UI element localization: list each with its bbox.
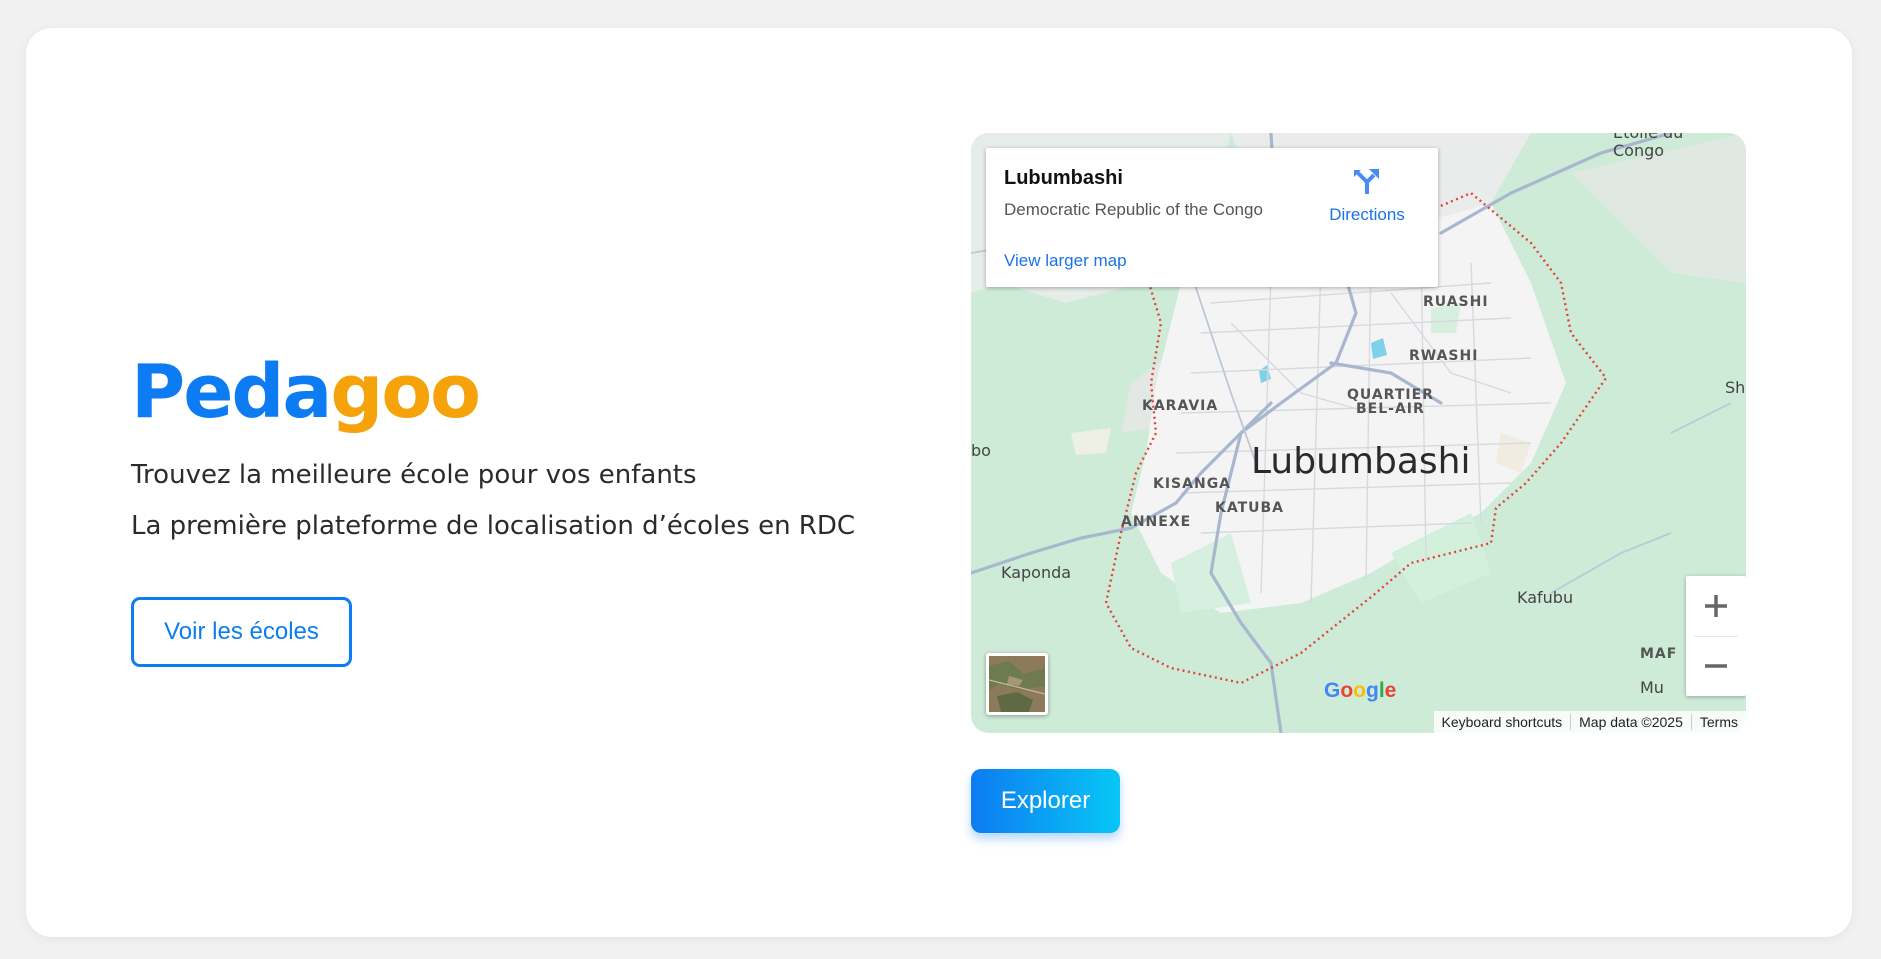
map-label-katuba: KATUBA (1215, 500, 1284, 516)
map-data-text: Map data ©2025 (1570, 714, 1691, 730)
directions-button[interactable]: Directions (1322, 166, 1412, 225)
satellite-thumbnail-icon (989, 656, 1045, 712)
place-title: Lubumbashi (1004, 167, 1123, 189)
map-label-mu: Mu (1640, 678, 1664, 697)
brand-logo: Pedagoo (131, 355, 891, 429)
zoom-in-button[interactable] (1686, 576, 1746, 636)
map-label-kisanga: KISANGA (1153, 476, 1231, 492)
map-label-kaponda: Kaponda (1001, 563, 1071, 582)
map-label-bel-air: BEL-AIR (1356, 401, 1425, 417)
tagline-primary: Trouvez la meilleure école pour vos enfa… (131, 460, 697, 490)
directions-label: Directions (1329, 205, 1405, 224)
terms-link[interactable]: Terms (1690, 714, 1746, 730)
hero-section: Pedagoo Trouvez la meilleure école pour … (131, 355, 891, 667)
google-logo: Google (1324, 679, 1397, 702)
map-city-label: Lubumbashi (1251, 441, 1470, 482)
tagline-secondary: La première plateforme de localisation d… (131, 510, 856, 541)
map-label-karavia: KARAVIA (1142, 398, 1218, 414)
plus-icon (1705, 595, 1727, 617)
zoom-out-button[interactable] (1686, 636, 1746, 696)
view-larger-map-link[interactable]: View larger map (1004, 251, 1127, 271)
map-label-mafa: MAF (1640, 646, 1677, 662)
keyboard-shortcuts-link[interactable]: Keyboard shortcuts (1434, 714, 1571, 730)
place-info-card: Lubumbashi Democratic Republic of the Co… (986, 148, 1438, 287)
zoom-divider (1694, 636, 1738, 637)
map-label-annexe: ANNEXE (1121, 514, 1191, 530)
satellite-toggle[interactable] (986, 653, 1048, 715)
brand-part-2: goo (330, 349, 481, 435)
map-label-kafubu: Kafubu (1517, 588, 1573, 607)
map-embed[interactable]: RUASHI RWASHI QUARTIER BEL-AIR KARAVIA K… (971, 133, 1746, 733)
map-label-ruashi: RUASHI (1423, 294, 1489, 310)
map-attribution: Keyboard shortcuts Map data ©2025 Terms (1433, 711, 1746, 733)
brand-part-1: Peda (131, 349, 332, 435)
place-country: Democratic Republic of the Congo (1004, 200, 1263, 219)
map-label-bo: bo (971, 441, 991, 460)
explore-button[interactable]: Explorer (971, 769, 1120, 833)
map-label-rwashi: RWASHI (1409, 348, 1478, 364)
minus-icon (1705, 664, 1727, 668)
zoom-control (1686, 576, 1746, 696)
map-label-sh: Sh (1725, 378, 1745, 397)
view-schools-button[interactable]: Voir les écoles (131, 597, 352, 667)
map-label-congo: Congo (1613, 141, 1664, 160)
directions-icon (1354, 169, 1379, 194)
